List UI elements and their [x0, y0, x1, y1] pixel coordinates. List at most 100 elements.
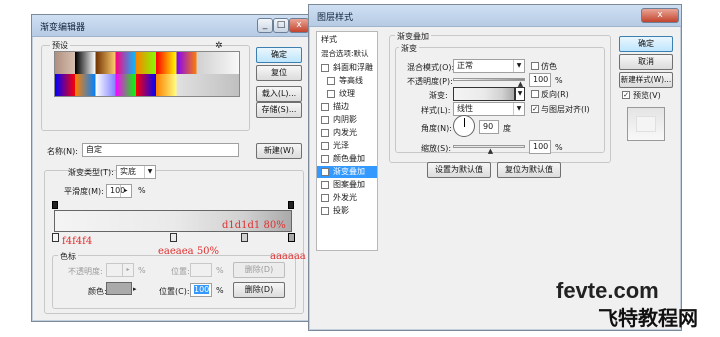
- style-item[interactable]: 颜色叠加: [317, 153, 377, 165]
- dither-checkbox[interactable]: [531, 62, 539, 70]
- style-item-checkbox[interactable]: [321, 103, 329, 111]
- color-stop-d1d1d1[interactable]: [241, 233, 248, 242]
- load-button[interactable]: 载入(L)...: [256, 86, 302, 102]
- opacity-field[interactable]: 100: [529, 73, 551, 87]
- scale-slider-thumb[interactable]: ▲: [487, 148, 494, 155]
- style-item[interactable]: 纹理: [317, 88, 377, 100]
- style-item-checkbox[interactable]: ✓: [321, 168, 329, 176]
- preset-swatches[interactable]: [54, 51, 240, 97]
- stop-position-c-percent: %: [216, 286, 224, 295]
- stop-opacity-percent: %: [138, 266, 146, 275]
- gradient-preview-picker[interactable]: [453, 87, 515, 101]
- blend-mode-select[interactable]: 正常 ▼: [453, 59, 525, 73]
- style-item-label: 外发光: [333, 193, 357, 202]
- style-item-checkbox[interactable]: [321, 194, 329, 202]
- style-item-checkbox[interactable]: [321, 64, 329, 72]
- gradient-dropdown-button[interactable]: ▼: [515, 87, 525, 101]
- style-item[interactable]: 光泽: [317, 140, 377, 152]
- style-item[interactable]: ✓ 渐变叠加: [317, 166, 377, 178]
- stop-position-c-field[interactable]: 100: [190, 283, 212, 297]
- cancel-button[interactable]: 取消: [619, 54, 673, 70]
- presets-menu-icon[interactable]: ✲: [215, 41, 223, 51]
- stop-opacity-field: ▸: [106, 263, 134, 277]
- watermark-site: fevte.com: [556, 278, 659, 303]
- stop-position-field: [190, 263, 212, 277]
- reset-default-button[interactable]: 复位为默认值: [497, 162, 561, 178]
- reverse-checkbox[interactable]: [531, 90, 539, 98]
- style-item[interactable]: 内阴影: [317, 114, 377, 126]
- style-item-checkbox[interactable]: [321, 116, 329, 124]
- style-item[interactable]: 图案叠加: [317, 179, 377, 191]
- save-button[interactable]: 存储(S)...: [256, 102, 302, 118]
- style-item-checkbox[interactable]: [321, 181, 329, 189]
- layer-style-titlebar: 图层样式 x: [309, 5, 681, 27]
- preview-thumbnail: [627, 107, 665, 141]
- style-item-label: 图案叠加: [333, 180, 365, 189]
- styles-header[interactable]: 样式: [321, 34, 337, 45]
- align-with-layer-checkbox[interactable]: ✓: [531, 105, 539, 113]
- name-label: 名称(N):: [47, 147, 78, 156]
- angle-dial[interactable]: [453, 115, 475, 137]
- color-stop-eaeaea[interactable]: [170, 233, 177, 242]
- blend-options-item[interactable]: 混合选项:默认: [321, 48, 369, 59]
- new-style-button[interactable]: 新建样式(W)...: [619, 72, 673, 88]
- gradient-type-value: 实底: [120, 167, 136, 176]
- style-item[interactable]: 投影: [317, 205, 377, 217]
- minimize-button[interactable]: _: [257, 18, 273, 33]
- smoothness-field[interactable]: 100 ▸: [106, 184, 132, 198]
- style-item-label: 内阴影: [333, 115, 357, 124]
- make-default-button[interactable]: 设置为默认值: [427, 162, 491, 178]
- style-item[interactable]: 外发光: [317, 192, 377, 204]
- ok-button[interactable]: 确定: [256, 47, 302, 63]
- style-item-checkbox[interactable]: [321, 155, 329, 163]
- style-item[interactable]: 内发光: [317, 127, 377, 139]
- opacity-percent: %: [555, 76, 563, 85]
- opacity-stop-right[interactable]: [288, 201, 294, 209]
- style-item-checkbox[interactable]: [327, 77, 335, 85]
- reset-button[interactable]: 复位: [256, 65, 302, 81]
- scale-field[interactable]: 100: [529, 140, 551, 154]
- scale-label: 缩放(S):: [421, 144, 452, 153]
- gradient-overlay-title: 渐变叠加: [395, 31, 431, 42]
- ok-button[interactable]: 确定: [619, 36, 673, 52]
- stop-position-c-label: 位置(C):: [159, 287, 190, 296]
- color-stop-f4f4f4[interactable]: [52, 233, 59, 242]
- style-item-checkbox[interactable]: [327, 90, 335, 98]
- delete-opacity-stop-button: 删除(D): [233, 262, 285, 278]
- preview-checkbox[interactable]: ✓: [622, 91, 630, 99]
- chevron-down-icon: ▼: [513, 103, 524, 115]
- stop-position-c-value: 100: [194, 285, 210, 294]
- layer-style-title: 图层样式: [317, 13, 354, 23]
- stop-color-swatch[interactable]: [106, 282, 132, 295]
- opacity-stop-left[interactable]: [52, 201, 58, 209]
- angle-field[interactable]: 90: [479, 120, 499, 134]
- maximize-button[interactable]: □: [273, 18, 289, 33]
- style-item-checkbox[interactable]: [321, 142, 329, 150]
- style-label: 样式(L):: [421, 106, 451, 115]
- preview-label: 预览(V): [633, 91, 661, 100]
- style-item[interactable]: 等高线: [317, 75, 377, 87]
- blend-mode-value: 正常: [457, 61, 473, 70]
- preview-inner: [636, 116, 656, 132]
- opacity-slider[interactable]: [453, 78, 525, 81]
- gradient-style-select[interactable]: 线性 ▼: [453, 102, 525, 116]
- swatch-arrow-icon[interactable]: ▸: [133, 285, 137, 293]
- annotation-aaaaaa: aaaaaa: [270, 251, 306, 262]
- delete-color-stop-button[interactable]: 删除(D): [233, 282, 285, 298]
- close-button[interactable]: x: [641, 8, 679, 23]
- style-item-checkbox[interactable]: [321, 129, 329, 137]
- gradient-type-select[interactable]: 实底 ▼: [116, 165, 156, 179]
- style-item[interactable]: 描边: [317, 101, 377, 113]
- style-item-label: 斜面和浮雕: [333, 63, 373, 72]
- style-item[interactable]: 斜面和浮雕: [317, 62, 377, 74]
- color-stops-label: 色标: [58, 251, 78, 262]
- style-item-label: 颜色叠加: [333, 154, 365, 163]
- new-gradient-button[interactable]: 新建(W): [256, 143, 302, 159]
- name-field[interactable]: 自定: [82, 143, 239, 157]
- color-stop-aaaaaa-selected[interactable]: [288, 233, 295, 242]
- close-button[interactable]: x: [289, 18, 309, 33]
- style-item-checkbox[interactable]: [321, 207, 329, 215]
- annotation-d1d1d1: d1d1d1 80%: [222, 220, 286, 231]
- style-item-label: 等高线: [339, 76, 363, 85]
- gradient-editor-titlebar: 渐变编辑器 _ □ x: [32, 15, 311, 37]
